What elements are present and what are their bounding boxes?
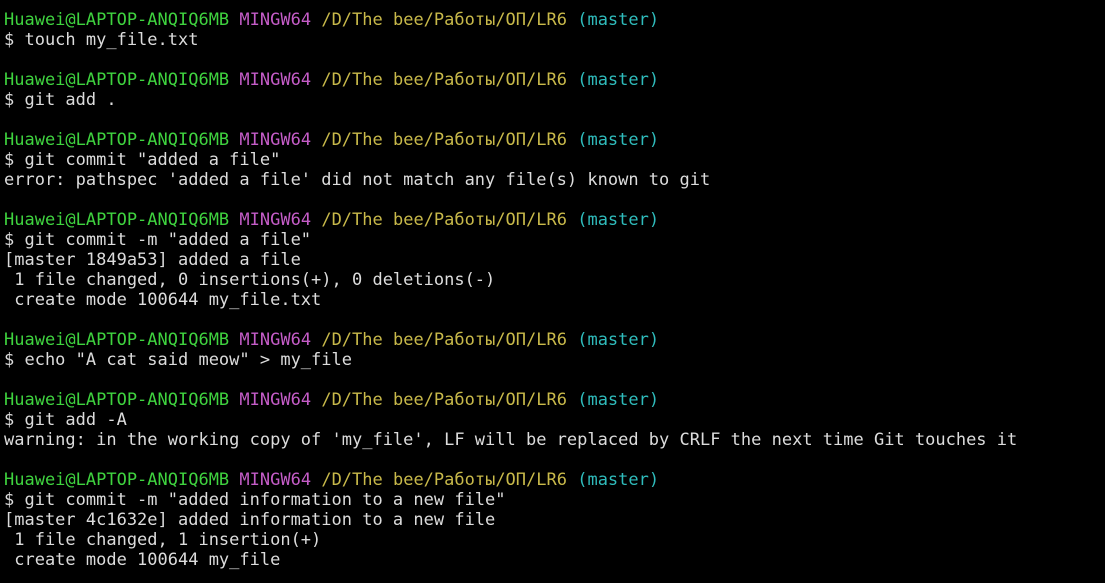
prompt-line: Huawei@LAPTOP-ANQIQ6MB MINGW64 /D/The be… [4,70,1105,90]
prompt-path: /D/The bee/Работы/ОП/LR6 [321,70,567,90]
prompt-branch: (master) [577,10,660,30]
prompt-system: MINGW64 [239,470,312,490]
prompt-line: Huawei@LAPTOP-ANQIQ6MB MINGW64 /D/The be… [4,130,1105,150]
prompt-user: Huawei@LAPTOP-ANQIQ6MB [4,70,230,90]
prompt-line: Huawei@LAPTOP-ANQIQ6MB MINGW64 /D/The be… [4,470,1105,490]
output-line: warning: in the working copy of 'my_file… [4,430,1018,450]
output-line: 1 file changed, 0 insertions(+), 0 delet… [4,270,496,290]
prompt-system: MINGW64 [239,330,312,350]
prompt-path: /D/The bee/Работы/ОП/LR6 [321,330,567,350]
command-line: $ git commit -m "added information to a … [4,490,506,510]
prompt-branch: (master) [577,330,660,350]
prompt-path: /D/The bee/Работы/ОП/LR6 [321,390,567,410]
prompt-line: Huawei@LAPTOP-ANQIQ6MB MINGW64 /D/The be… [4,10,1105,30]
command-line: $ git commit -m "added a file" [4,230,312,250]
prompt-branch: (master) [577,470,660,490]
output-line: [master 4c1632e] added information to a … [4,510,496,530]
command-line: $ git add . [4,90,117,110]
terminal-window[interactable]: Huawei@LAPTOP-ANQIQ6MB MINGW64 /D/The be… [0,0,1105,583]
output-line: create mode 100644 my_file.txt [4,290,322,310]
command-line: $ echo "A cat said meow" > my_file [4,350,352,370]
output-line: create mode 100644 my_file [4,550,281,570]
prompt-user: Huawei@LAPTOP-ANQIQ6MB [4,330,230,350]
prompt-path: /D/The bee/Работы/ОП/LR6 [321,470,567,490]
prompt-path: /D/The bee/Работы/ОП/LR6 [321,130,567,150]
prompt-line: Huawei@LAPTOP-ANQIQ6MB MINGW64 /D/The be… [4,210,1105,230]
prompt-system: MINGW64 [239,130,312,150]
prompt-user: Huawei@LAPTOP-ANQIQ6MB [4,210,230,230]
prompt-path: /D/The bee/Работы/ОП/LR6 [321,10,567,30]
prompt-line: Huawei@LAPTOP-ANQIQ6MB MINGW64 /D/The be… [4,390,1105,410]
prompt-user: Huawei@LAPTOP-ANQIQ6MB [4,10,230,30]
prompt-user: Huawei@LAPTOP-ANQIQ6MB [4,390,230,410]
command-line: $ git add -A [4,410,127,430]
prompt-branch: (master) [577,70,660,90]
prompt-branch: (master) [577,390,660,410]
prompt-user: Huawei@LAPTOP-ANQIQ6MB [4,470,230,490]
prompt-user: Huawei@LAPTOP-ANQIQ6MB [4,130,230,150]
output-line: 1 file changed, 1 insertion(+) [4,530,322,550]
command-line: $ git commit "added a file" [4,150,281,170]
command-line: $ touch my_file.txt [4,30,199,50]
prompt-path: /D/The bee/Работы/ОП/LR6 [321,210,567,230]
prompt-system: MINGW64 [239,10,312,30]
prompt-system: MINGW64 [239,210,312,230]
terminal-output: Huawei@LAPTOP-ANQIQ6MB MINGW64 /D/The be… [4,10,1105,570]
output-line: error: pathspec 'added a file' did not m… [4,170,711,190]
prompt-system: MINGW64 [239,70,312,90]
prompt-system: MINGW64 [239,390,312,410]
prompt-line: Huawei@LAPTOP-ANQIQ6MB MINGW64 /D/The be… [4,330,1105,350]
prompt-branch: (master) [577,210,660,230]
output-line: [master 1849a53] added a file [4,250,301,270]
prompt-branch: (master) [577,130,660,150]
